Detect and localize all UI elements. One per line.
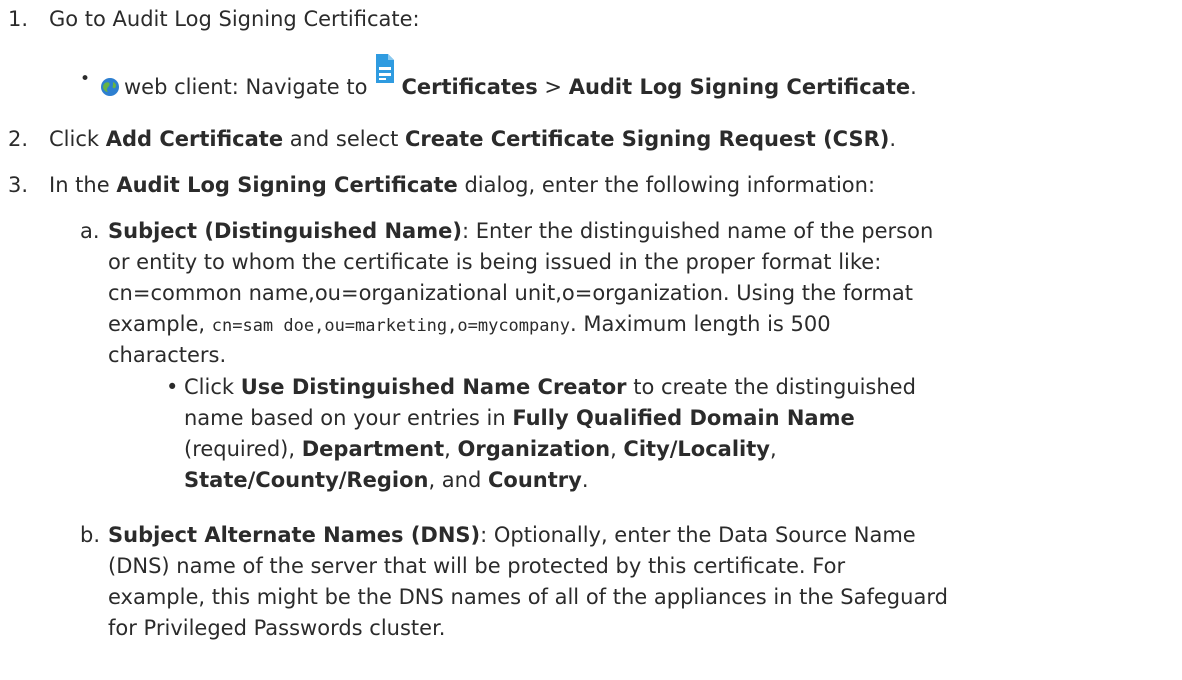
subject-distinguished-name-label: Subject (Distinguished Name) (108, 219, 462, 243)
text: . Maximum length is 500 (569, 312, 831, 336)
text: , and (428, 468, 488, 492)
text: to create the distinguished (626, 375, 916, 399)
sub-line-3: (required), Department, Organization, Ci… (184, 434, 777, 465)
dn-creator-label: Use Distinguished Name Creator (240, 375, 627, 399)
state-county-region-label: State/County/Region (184, 468, 429, 492)
create-csr-label: Create Certificate Signing Request (CSR) (405, 127, 890, 151)
add-certificate-label: Add Certificate (105, 127, 284, 151)
text: (DNS) name of the server that will be pr… (108, 554, 846, 578)
text: In the (49, 173, 117, 197)
subject-alternate-names-label: Subject Alternate Names (DNS) (108, 523, 481, 547)
text: , (769, 437, 777, 461)
text: . (581, 468, 589, 492)
sub-line-1: Click Use Distinguished Name Creator to … (184, 372, 916, 403)
step-letter: a. (80, 219, 100, 243)
text: for Privileged Passwords cluster. (108, 616, 446, 640)
document-icon (376, 54, 395, 83)
step-3a-line-4: example, cn=sam doe,ou=marketing,o=mycom… (108, 309, 831, 342)
period: . (910, 75, 917, 99)
nav-certificates: Certificates (401, 75, 538, 99)
text: (required), (184, 437, 302, 461)
text: : Optionally, enter the Data Source Name (480, 523, 916, 547)
text: example, this might be the DNS names of … (108, 585, 948, 609)
nav-separator: > (544, 75, 562, 99)
text: Click (184, 375, 241, 399)
sub-line-2: name based on your entries in Fully Qual… (184, 403, 855, 434)
step-number: 3. (8, 173, 29, 197)
text: , (610, 437, 624, 461)
text: name based on your entries in (184, 406, 513, 430)
country-label: Country (488, 468, 582, 492)
bullet-dot: • (80, 69, 91, 89)
step-text: Go to Audit Log Signing Certificate: (49, 7, 420, 31)
text: cn=common name,ou=organizational unit,o=… (108, 281, 913, 305)
step-3: 3. In the Audit Log Signing Certificate d… (0, 170, 875, 201)
step-2: 2. Click Add Certificate and select Creat… (0, 124, 896, 155)
text: dialog, enter the following information: (457, 173, 876, 197)
document-page: 1. Go to Audit Log Signing Certificate: •… (0, 0, 1182, 680)
step-letter: b. (80, 523, 101, 547)
text: example, (108, 312, 212, 336)
fqdn-label: Fully Qualified Domain Name (512, 406, 855, 430)
bullet-dot: • (166, 375, 179, 399)
text: and select (283, 127, 405, 151)
web-client-label: web client: Navigate to (124, 75, 368, 99)
text: characters. (108, 343, 227, 367)
organization-label: Organization (457, 437, 611, 461)
bullet-content: web client: Navigate to Certificates > A… (100, 54, 917, 103)
step-3b-line-1: Subject Alternate Names (DNS): Optionall… (108, 520, 916, 551)
step-1: 1. Go to Audit Log Signing Certificate: (0, 4, 420, 35)
dialog-name: Audit Log Signing Certificate (116, 173, 458, 197)
dn-example-code: cn=sam doe,ou=marketing,o=mycompany (211, 316, 570, 336)
city-locality-label: City/Locality (623, 437, 770, 461)
text: : Enter the distinguished name of the pe… (461, 219, 934, 243)
step-number: 2. (8, 127, 29, 151)
sub-line-4: State/County/Region, and Country. (184, 465, 589, 496)
text: or entity to whom the certificate is bei… (108, 250, 882, 274)
text: Click (49, 127, 106, 151)
department-label: Department (301, 437, 445, 461)
text: . (889, 127, 897, 151)
nav-audit-log-signing-certificate: Audit Log Signing Certificate (568, 75, 911, 99)
globe-icon (101, 78, 119, 96)
step-number: 1. (8, 7, 29, 31)
text: , (444, 437, 458, 461)
